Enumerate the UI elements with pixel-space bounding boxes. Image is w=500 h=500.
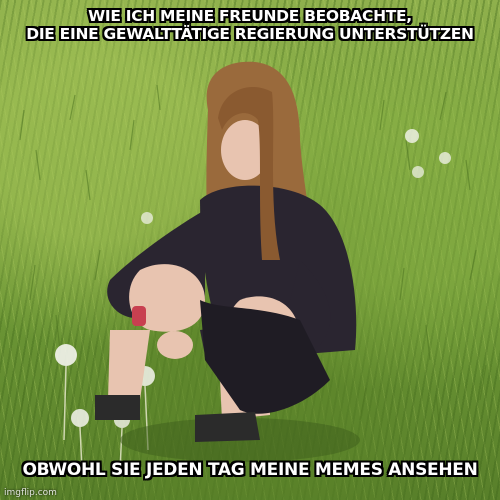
meadow-scene <box>19 61 487 471</box>
imgflip-watermark: imgflip.com <box>4 488 57 498</box>
top-caption-line-1: WIE ICH MEINE FREUNDE BEOBACHTE, <box>88 7 412 25</box>
top-caption-line-2: DIE EINE GEWALTTÄTIGE REGIERUNG UNTERSTÜ… <box>26 24 474 43</box>
meme-image: WIE ICH MEINE FREUNDE BEOBACHTE, DIE EIN… <box>0 0 500 500</box>
bottom-caption: OBWOHL SIE JEDEN TAG MEINE MEMES ANSEHEN <box>22 460 478 480</box>
girl-sitting-in-grass-illustration <box>95 61 360 462</box>
top-caption: WIE ICH MEINE FREUNDE BEOBACHTE, DIE EIN… <box>0 7 500 44</box>
